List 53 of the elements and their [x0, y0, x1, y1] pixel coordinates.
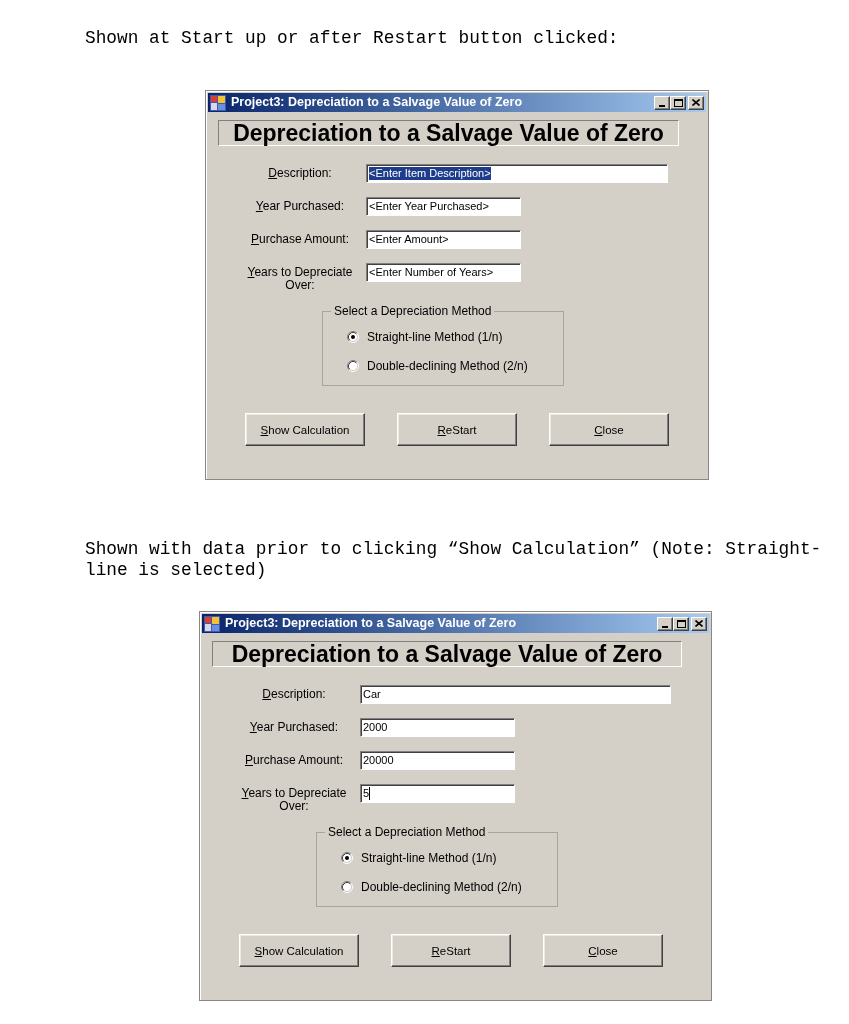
- text-field[interactable]: Car: [360, 685, 671, 704]
- text-field[interactable]: <Enter Number of Years>: [366, 263, 521, 282]
- text-field[interactable]: <Enter Year Purchased>: [366, 197, 521, 216]
- restart-button[interactable]: ReStart: [391, 934, 511, 967]
- maximize-button[interactable]: [673, 616, 689, 631]
- field-label: Year Purchased:: [248, 719, 340, 734]
- minimize-button[interactable]: [657, 616, 673, 631]
- text-field[interactable]: <Enter Amount>: [366, 230, 521, 249]
- window-close-button[interactable]: [691, 616, 707, 631]
- minimize-icon: [662, 625, 668, 628]
- radio-button[interactable]: [341, 852, 353, 864]
- heading-label: Depreciation to a Salvage Value of Zero: [218, 120, 679, 146]
- field-label: Years to Depreciate Over:: [240, 785, 348, 813]
- show-calculation-button[interactable]: Show Calculation: [239, 934, 359, 967]
- radio-label[interactable]: Straight-line Method (1/n): [361, 851, 497, 865]
- group-label: Select a Depreciation Method: [327, 825, 487, 839]
- text-field[interactable]: 2000: [360, 718, 515, 737]
- window-close-button[interactable]: [688, 95, 704, 110]
- radio-label[interactable]: Double-declining Method (2/n): [361, 880, 522, 894]
- restart-button[interactable]: ReStart: [397, 413, 517, 446]
- minimize-button[interactable]: [654, 95, 670, 110]
- close-button[interactable]: Close: [543, 934, 663, 967]
- radio-button[interactable]: [347, 360, 359, 372]
- field-label: Purchase Amount:: [243, 752, 345, 767]
- minimize-icon: [659, 104, 665, 107]
- caption-text: Shown at Start up or after Restart button clicked:: [85, 28, 620, 49]
- close-icon: [695, 620, 703, 627]
- field-label: Year Purchased:: [254, 198, 346, 213]
- radio-label[interactable]: Straight-line Method (1/n): [367, 330, 503, 344]
- group-label: Select a Depreciation Method: [333, 304, 493, 318]
- radio-button[interactable]: [347, 331, 359, 343]
- field-label: Description:: [261, 686, 327, 701]
- text-cursor-icon: [369, 787, 371, 800]
- close-icon: [692, 99, 700, 106]
- caption-text: Shown with data prior to clicking “Show Calculation” (Note: Straight-line is selected): [85, 539, 823, 581]
- close-button[interactable]: Close: [549, 413, 669, 446]
- field-label: Purchase Amount:: [249, 231, 351, 246]
- maximize-icon: [673, 98, 683, 107]
- show-calculation-button[interactable]: Show Calculation: [245, 413, 365, 446]
- text-field[interactable]: 5: [360, 784, 515, 803]
- application-icon: [210, 94, 226, 111]
- maximize-button[interactable]: [670, 95, 686, 110]
- maximize-icon: [676, 619, 686, 628]
- radio-label[interactable]: Double-declining Method (2/n): [367, 359, 528, 373]
- field-label: Years to Depreciate Over:: [246, 264, 354, 292]
- radio-button[interactable]: [341, 881, 353, 893]
- text-field[interactable]: 20000: [360, 751, 515, 770]
- window-title: Project3: Depreciation to a Salvage Value of Zero: [231, 95, 524, 110]
- application-icon: [204, 615, 220, 632]
- field-label: Description:: [267, 165, 333, 180]
- heading-label: Depreciation to a Salvage Value of Zero: [212, 641, 682, 667]
- text-field[interactable]: <Enter Item Description>: [366, 164, 668, 183]
- window-title: Project3: Depreciation to a Salvage Value of Zero: [225, 616, 518, 631]
